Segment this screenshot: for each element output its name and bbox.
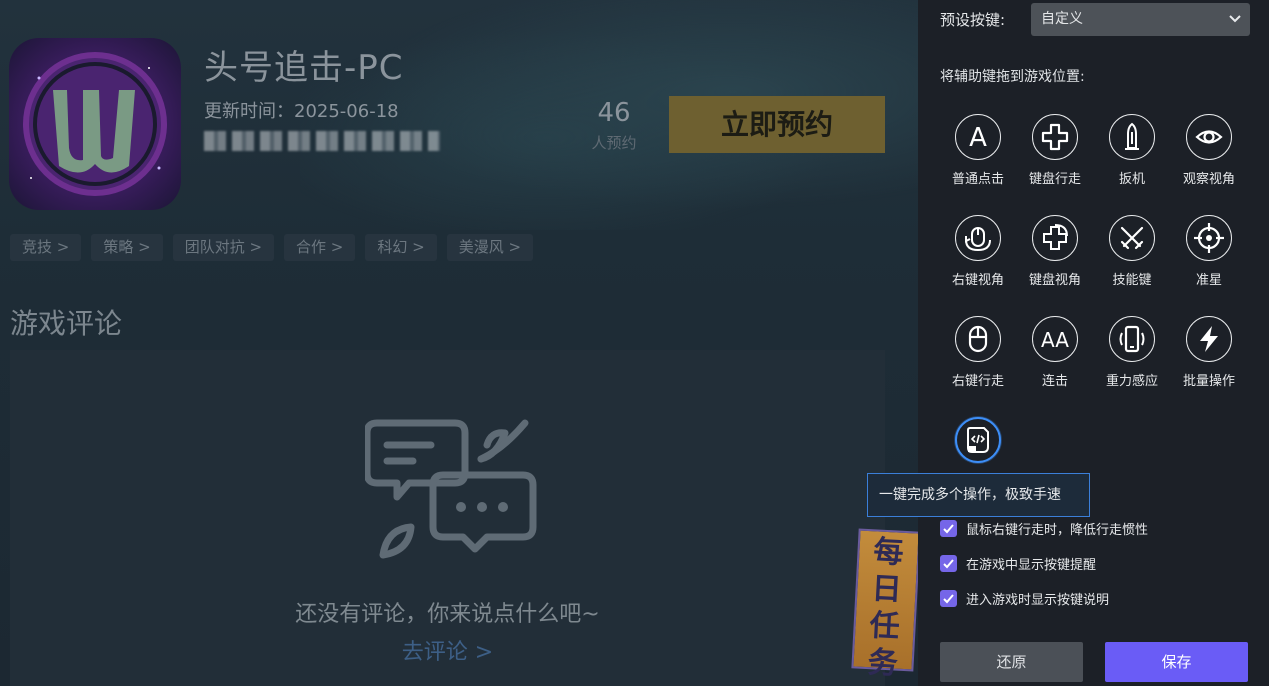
- drag-hint: 将辅助键拖到游戏位置:: [940, 69, 1085, 85]
- crossed-swords-icon: [1109, 215, 1155, 261]
- option-reduce-inertia[interactable]: 鼠标右键行走时，降低行走惯性: [940, 519, 1148, 538]
- key-right-mouse-walk[interactable]: 右键行走: [940, 316, 1016, 389]
- game-detail-page: 头号追击-PC 更新时间：2025-06-18 46 人预约 立即预约 竞技 >…: [0, 0, 918, 686]
- key-mapping-panel: 预设按键: 自定义 将辅助键拖到游戏位置: A 普通点击 键盘行走 扳机 观察视…: [918, 0, 1269, 686]
- key-gravity-sensor[interactable]: 重力感应: [1094, 316, 1170, 389]
- key-keyboard-view[interactable]: 键盘视角: [1017, 215, 1093, 288]
- script-key-tooltip: 一键完成多个操作，极致手速: [867, 473, 1090, 517]
- key-observe-view[interactable]: 观察视角: [1171, 114, 1247, 187]
- key-label: 普通点击: [951, 172, 1004, 187]
- key-label: 右键视角: [951, 273, 1004, 288]
- daily-task-char: 任: [868, 608, 901, 645]
- key-label: 批量操作: [1182, 374, 1235, 389]
- mouse-icon: [955, 316, 1001, 362]
- script-icon: [955, 417, 1001, 463]
- empty-comment-illustration: [363, 415, 545, 569]
- key-crosshair[interactable]: 准星: [1171, 215, 1247, 288]
- crosshair-icon: [1186, 215, 1232, 261]
- empty-comment-text: 还没有评论，你来说点什么吧~: [295, 602, 600, 627]
- key-right-mouse-view[interactable]: 右键视角: [940, 215, 1016, 288]
- save-button[interactable]: 保存: [1105, 642, 1248, 682]
- preset-select-value: 自定义: [1041, 11, 1083, 27]
- bullet-icon: [1109, 114, 1155, 160]
- checkbox-checked-icon[interactable]: [940, 555, 957, 572]
- key-normal-click[interactable]: A 普通点击: [940, 114, 1016, 187]
- blurred-info: [204, 131, 440, 151]
- keyboard-rotate-icon: [1032, 215, 1078, 261]
- key-skill[interactable]: 技能键: [1094, 215, 1170, 288]
- game-title: 头号追击-PC: [204, 48, 404, 88]
- tag-item[interactable]: 策略 >: [91, 234, 163, 261]
- key-label: 准星: [1195, 273, 1222, 288]
- comment-box: 还没有评论，你来说点什么吧~ 去评论 >: [10, 350, 885, 686]
- reset-button[interactable]: 还原: [940, 642, 1083, 682]
- reserve-count-label: 人预约: [591, 134, 637, 152]
- key-label: 连击: [1041, 374, 1068, 389]
- tag-item[interactable]: 合作 >: [284, 234, 356, 261]
- tag-list: 竞技 > 策略 > 团队对抗 > 合作 > 科幻 > 美漫风 >: [10, 234, 534, 261]
- key-label: 技能键: [1112, 273, 1152, 288]
- tag-item[interactable]: 科幻 >: [365, 234, 437, 261]
- daily-task-char: 日: [870, 571, 903, 608]
- preset-select[interactable]: 自定义: [1031, 3, 1250, 36]
- tag-item[interactable]: 竞技 >: [10, 234, 82, 261]
- key-keyboard-walk[interactable]: 键盘行走: [1017, 114, 1093, 187]
- key-combo[interactable]: AA 连击: [1017, 316, 1093, 389]
- key-batch-operation[interactable]: 批量操作: [1171, 316, 1247, 389]
- key-label: 键盘行走: [1028, 172, 1081, 187]
- daily-task-badge[interactable]: 每 日 任 务: [851, 528, 921, 682]
- checkbox-checked-icon[interactable]: [940, 590, 957, 607]
- letter-a-icon: A: [955, 114, 1001, 160]
- key-label: 观察视角: [1182, 172, 1235, 187]
- key-label: 扳机: [1118, 172, 1145, 187]
- daily-task-char: 务: [866, 645, 899, 682]
- reserve-count-number: 46: [597, 98, 631, 128]
- key-label: 键盘视角: [1028, 273, 1081, 288]
- phone-shake-icon: [1109, 316, 1155, 362]
- option-show-key-reminder[interactable]: 在游戏中显示按键提醒: [940, 554, 1096, 573]
- reserve-count: 46 人预约: [588, 98, 640, 153]
- option-label: 鼠标右键行走时，降低行走惯性: [966, 523, 1149, 538]
- tag-item[interactable]: 团队对抗 >: [172, 234, 275, 261]
- svg-text:AA: AA: [1041, 328, 1069, 352]
- option-label: 进入游戏时显示按键说明: [966, 593, 1110, 608]
- go-comment-link[interactable]: 去评论 >: [10, 634, 885, 666]
- chevron-down-icon: [1228, 3, 1242, 36]
- key-trigger[interactable]: 扳机: [1094, 114, 1170, 187]
- preset-label: 预设按键:: [940, 11, 1006, 29]
- key-script[interactable]: [940, 417, 1016, 463]
- lightning-icon: [1186, 316, 1232, 362]
- double-a-icon: AA: [1032, 316, 1078, 362]
- comments-title: 游戏评论: [10, 307, 123, 340]
- option-label: 在游戏中显示按键提醒: [966, 558, 1097, 573]
- key-label: 右键行走: [951, 374, 1004, 389]
- tag-item[interactable]: 美漫风 >: [446, 234, 534, 261]
- mouse-rotate-icon: [955, 215, 1001, 261]
- dpad-icon: [1032, 114, 1078, 160]
- daily-task-char: 每: [872, 534, 905, 571]
- reserve-now-button[interactable]: 立即预约: [669, 96, 885, 153]
- checkbox-checked-icon[interactable]: [940, 520, 957, 537]
- game-app-icon: [9, 38, 181, 210]
- eye-icon: [1186, 114, 1232, 160]
- option-show-key-description[interactable]: 进入游戏时显示按键说明: [940, 589, 1109, 608]
- svg-text:A: A: [969, 123, 987, 151]
- update-time: 更新时间：2025-06-18: [204, 101, 399, 122]
- key-label: 重力感应: [1105, 374, 1158, 389]
